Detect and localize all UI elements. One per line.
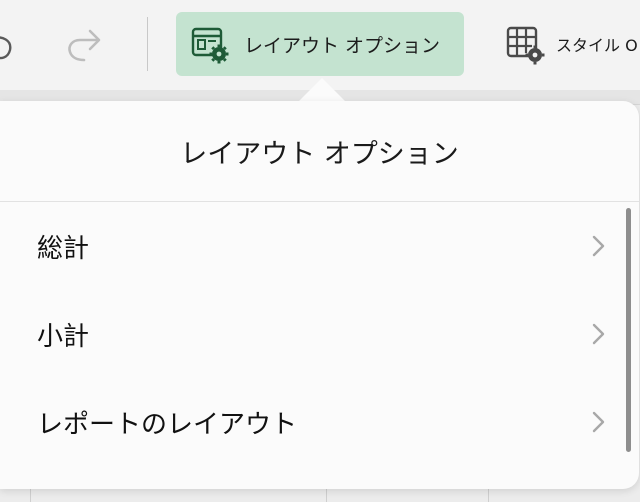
style-options-button[interactable]: スタイル O <box>500 14 640 74</box>
menu-item-label: 総計 <box>37 233 90 264</box>
layout-options-gear-icon <box>191 27 229 64</box>
menu-item-label: レポートのレイアウト <box>37 409 298 440</box>
toolbar-divider <box>147 17 148 71</box>
layout-options-label: レイアウト オプション <box>244 34 441 57</box>
menu-item-grand-total[interactable]: 総計 <box>0 202 620 290</box>
menu-item-report-layout[interactable]: レポートのレイアウト <box>0 378 620 466</box>
undo-button[interactable] <box>0 18 22 68</box>
menu-item-subtotal[interactable]: 小計 <box>0 290 620 378</box>
popover-title: レイアウト オプション <box>0 101 639 202</box>
layout-options-button[interactable]: レイアウト オプション <box>176 12 464 76</box>
table-style-gear-icon <box>506 26 545 65</box>
popover-scrollbar[interactable] <box>626 208 631 452</box>
redo-icon <box>68 29 101 62</box>
redo-button[interactable] <box>62 18 110 68</box>
chevron-right-icon <box>592 235 605 257</box>
popover-caret <box>298 78 346 102</box>
style-options-label: スタイル O <box>556 36 638 55</box>
undo-icon <box>0 36 12 60</box>
ribbon-toolbar: レイアウト オプション スタイル O <box>0 0 640 90</box>
chevron-right-icon <box>592 411 605 433</box>
chevron-right-icon <box>592 323 605 345</box>
layout-options-popover: レイアウト オプション 総計 小計 レポートのレイアウト <box>0 101 639 489</box>
menu-item-label: 小計 <box>37 321 90 352</box>
